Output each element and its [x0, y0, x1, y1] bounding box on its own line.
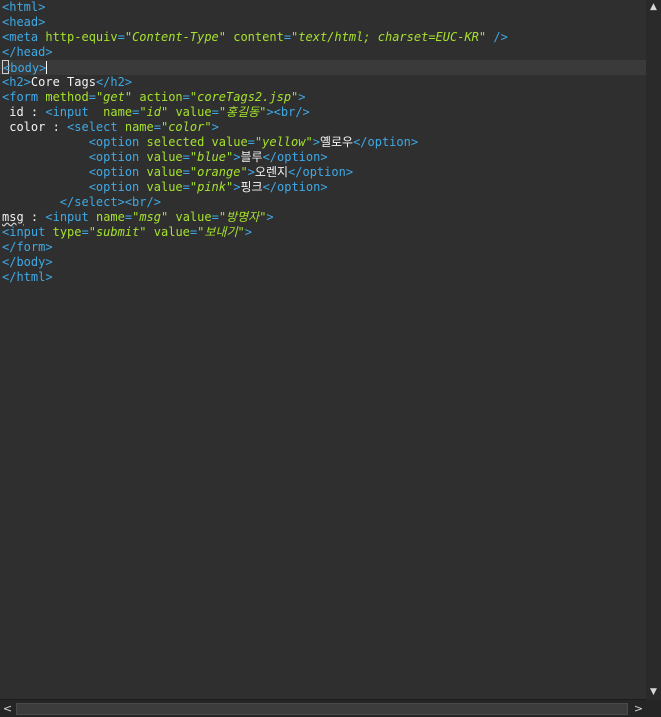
scroll-left-icon[interactable]: <: [0, 700, 15, 717]
code-line[interactable]: msg : <input name="msg" value="방명자">: [0, 210, 646, 225]
scroll-right-icon[interactable]: >: [631, 700, 646, 717]
code-line[interactable]: </head>: [0, 45, 646, 60]
scroll-down-icon[interactable]: ▼: [646, 685, 661, 700]
code-line[interactable]: <form method="get" action="coreTags2.jsp…: [0, 90, 646, 105]
scroll-up-icon[interactable]: ▲: [646, 0, 661, 15]
code-line[interactable]: <option value="pink">핑크</option>: [0, 180, 646, 195]
code-line[interactable]: <h2>Core Tags</h2>: [0, 75, 646, 90]
code-line[interactable]: <input type="submit" value="보내기">: [0, 225, 646, 240]
code-line[interactable]: </select><br/>: [0, 195, 646, 210]
code-line[interactable]: color : <select name="color">: [0, 120, 646, 135]
code-line[interactable]: <option selected value="yellow">옐로우</opt…: [0, 135, 646, 150]
vertical-scrollbar[interactable]: ▲ ▼: [646, 0, 661, 700]
code-line[interactable]: <option value="blue">블루</option>: [0, 150, 646, 165]
code-area[interactable]: <html> <head> <meta http-equiv="Content-Ty…: [0, 0, 646, 285]
code-line[interactable]: <html>: [0, 0, 646, 15]
code-line[interactable]: <head>: [0, 15, 646, 30]
text-cursor: [46, 61, 48, 74]
horizontal-scrollbar[interactable]: < >: [0, 699, 646, 717]
code-line[interactable]: <body>: [0, 60, 646, 75]
code-line[interactable]: </form>: [0, 240, 646, 255]
code-line[interactable]: </body>: [0, 255, 646, 270]
code-line[interactable]: <option value="orange">오렌지</option>: [0, 165, 646, 180]
horizontal-scroll-thumb[interactable]: [16, 703, 628, 715]
scrollbar-corner: [646, 700, 661, 717]
code-editor[interactable]: <html> <head> <meta http-equiv="Content-Ty…: [0, 0, 646, 700]
code-line[interactable]: </html>: [0, 270, 646, 285]
code-line[interactable]: <meta http-equiv="Content-Type" content=…: [0, 30, 646, 45]
code-line[interactable]: id : <input name="id" value="홍길동"><br/>: [0, 105, 646, 120]
